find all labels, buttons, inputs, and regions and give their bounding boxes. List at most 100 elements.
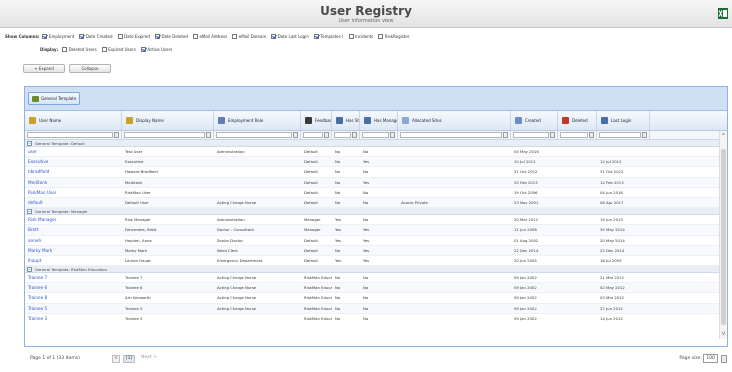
checkbox-box[interactable] (62, 47, 68, 52)
table-row[interactable]: user Test User Administration Default No No 04… (25, 147, 727, 158)
user-name-link[interactable]: user (25, 147, 122, 156)
checkbox-box[interactable] (117, 34, 123, 39)
show-templates-checkbox[interactable]: Templates ( (313, 34, 344, 39)
checkbox-box[interactable] (79, 34, 85, 39)
show-email-address-checkbox[interactable]: eMail Address (192, 34, 227, 39)
show-date-created-checkbox[interactable]: Date Created (79, 34, 113, 39)
checkbox-box[interactable] (192, 34, 198, 39)
display-deleted-users-checkbox[interactable]: Deleted Users (62, 47, 97, 52)
filter-input[interactable] (362, 132, 389, 138)
show-date-deleted-checkbox[interactable]: Date Deleted (154, 34, 188, 39)
prev-page-button[interactable]: < (112, 355, 120, 363)
filter-input[interactable] (599, 132, 641, 138)
display-active-users-checkbox[interactable]: Active Users (140, 47, 172, 52)
column-header-has-manage[interactable]: Has Manage (360, 111, 398, 130)
user-name-link[interactable]: Trainee 7 (25, 273, 122, 282)
vertical-scrollbar[interactable]: ^ v (719, 131, 727, 339)
table-row[interactable]: lhaupt Lauren Haupt Emergency Department De… (25, 256, 727, 267)
show-date-last-login-checkbox[interactable]: Date Last Login (271, 34, 309, 39)
display-expired-users-checkbox[interactable]: Expired Users (101, 47, 136, 52)
checkbox-box[interactable] (154, 34, 160, 39)
column-header-display-name[interactable]: Display Name (122, 111, 214, 130)
filter-icon[interactable] (550, 132, 555, 138)
checkbox-box[interactable] (42, 34, 48, 39)
filter-icon[interactable] (352, 132, 357, 138)
column-header-user-name[interactable]: User Name (25, 111, 122, 130)
table-row[interactable]: Executive Executive Default No Yes 10 Jul 201… (25, 157, 727, 168)
user-name-link[interactable]: Executive (25, 157, 122, 166)
show-date-expired-checkbox[interactable]: Date Expired (117, 34, 150, 39)
group-header-row[interactable]: − General Template: Default (25, 140, 727, 147)
filter-icon[interactable] (114, 132, 119, 138)
user-name-link[interactable]: Marky Mark (25, 246, 122, 255)
checkbox-box[interactable] (232, 34, 238, 39)
export-excel-icon[interactable] (718, 8, 728, 19)
filter-input[interactable] (303, 132, 323, 138)
table-row[interactable]: Meditank Meditank Default No Yes 20 Feb 2013 1… (25, 177, 727, 188)
user-name-link[interactable]: anneh (25, 236, 122, 245)
filter-icon[interactable] (642, 132, 647, 138)
filter-input[interactable] (334, 132, 351, 138)
table-row[interactable]: hbradfield Howard Bradfield Default No No 31 … (25, 167, 727, 178)
column-header-employment-role[interactable]: Employment Role (214, 111, 301, 130)
filter-icon[interactable] (589, 132, 594, 138)
user-name-link[interactable]: lhaupt (25, 256, 122, 265)
column-header-deleted[interactable]: Deleted (558, 111, 597, 130)
table-row[interactable]: Trainee 3Trainee 3RiskMan EducationNoNo0… (25, 314, 727, 322)
group-header-row[interactable]: − General Template: RiskMan Education (25, 266, 727, 274)
column-header-created[interactable]: Created (511, 111, 558, 130)
user-name-link[interactable]: RiskMan User (25, 188, 122, 197)
filter-icon[interactable] (324, 132, 329, 138)
expand-button[interactable]: + Expand (23, 64, 65, 73)
table-row[interactable]: default Default User Acting Charge Nurse De… (25, 197, 727, 209)
collapse-group-icon[interactable]: − (27, 267, 32, 273)
chevron-down-icon[interactable] (721, 355, 727, 363)
next-page-button[interactable]: Next > (138, 355, 160, 363)
user-name-link[interactable]: Trainee 6 (25, 283, 122, 292)
table-row[interactable]: Trainee 5 Trainee 5 Acting Charge Nurse Ris… (25, 303, 727, 314)
checkbox-box[interactable] (101, 47, 107, 52)
show-employment-checkbox[interactable]: Employment (42, 34, 74, 39)
show-incidents-checkbox[interactable]: Incidents (348, 34, 373, 39)
user-name-link[interactable]: Meditank (25, 178, 122, 187)
current-page-button[interactable]: [1] (123, 355, 135, 363)
user-name-link[interactable]: Brett (25, 225, 122, 234)
collapse-group-icon[interactable]: − (27, 141, 32, 146)
filter-input[interactable] (124, 132, 205, 138)
table-row[interactable]: Marky Mark Marky Mark Ward Clerk Default No Y… (25, 245, 727, 256)
user-name-link[interactable]: hbradfield (25, 167, 122, 176)
column-header-last-login[interactable]: Last Login (597, 111, 650, 130)
scrollbar-thumb[interactable] (721, 149, 726, 325)
group-by-button[interactable]: General Template (28, 92, 81, 105)
scroll-down-icon[interactable]: v (720, 330, 727, 337)
checkbox-box[interactable] (348, 34, 354, 39)
user-name-link[interactable]: Risk Manager (25, 215, 122, 224)
checkbox-box[interactable] (378, 34, 384, 39)
checkbox-box[interactable] (313, 34, 319, 39)
user-name-link[interactable]: default (25, 198, 122, 207)
page-size-value[interactable]: 100 (703, 354, 718, 363)
collapse-button[interactable]: Collapse (69, 64, 111, 73)
filter-icon[interactable] (206, 132, 211, 138)
page-size-select[interactable]: Page size: 100 (679, 352, 718, 366)
table-row[interactable]: Brett Fernandes, Brett Doctor - Consultant… (25, 225, 727, 236)
filter-input[interactable] (560, 132, 588, 138)
user-name-link[interactable]: Trainee 8 (25, 293, 122, 302)
table-row[interactable]: RiskMan User RiskMan User Default No No 19 Oc… (25, 188, 727, 198)
table-row[interactable]: Risk Manager Risk Manager Administration Ma… (25, 215, 727, 226)
filter-icon[interactable] (293, 132, 298, 138)
show-email-domain-checkbox[interactable]: eMail Domain (232, 34, 266, 39)
column-header-has-staff[interactable]: Has Staff (332, 111, 360, 130)
user-name-link[interactable]: Trainee 5 (25, 304, 122, 313)
filter-icon[interactable] (503, 132, 508, 138)
scroll-up-icon[interactable]: ^ (720, 133, 727, 140)
table-row[interactable]: anneh Hayden, Anne Senior Doctor Default Yes… (25, 236, 727, 246)
table-row[interactable]: Trainee 6 Trainee 6 Acting Charge Nurse Ris… (25, 283, 727, 294)
table-row[interactable]: Trainee 7 Trainee 7 Acting Charge Nurse Ris… (25, 273, 727, 284)
user-name-link[interactable]: Trainee 3 (25, 314, 122, 322)
collapse-group-icon[interactable]: − (27, 209, 32, 215)
checkbox-box[interactable] (271, 34, 277, 39)
filter-input[interactable] (27, 132, 113, 138)
group-header-row[interactable]: − General Template: Manager (25, 208, 727, 216)
filter-input[interactable] (513, 132, 549, 138)
